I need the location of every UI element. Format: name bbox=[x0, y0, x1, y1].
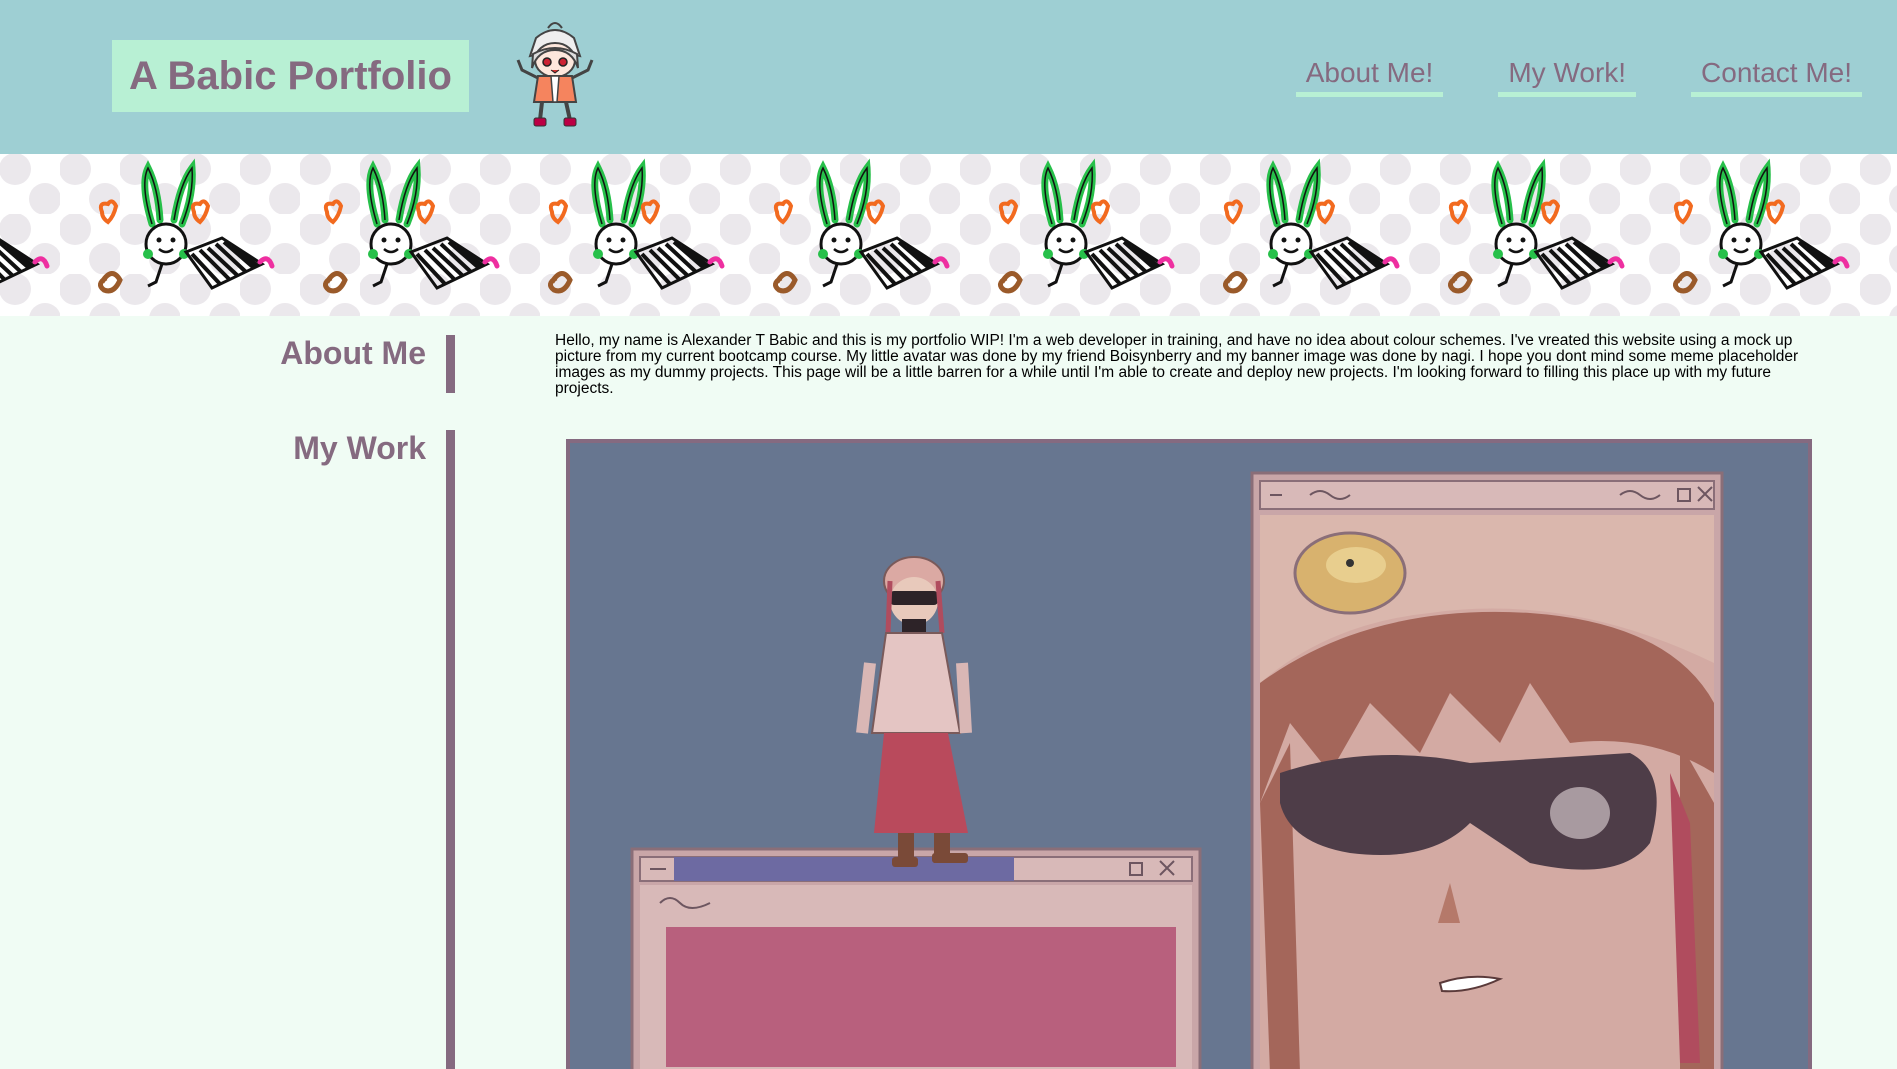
window-illustration-large bbox=[1250, 471, 1724, 1069]
window-illustration-small bbox=[630, 847, 1202, 1069]
site-title-box[interactable]: A Babic Portfolio bbox=[112, 40, 469, 112]
project-image[interactable] bbox=[566, 439, 1812, 1069]
chibi-avatar-icon bbox=[508, 20, 602, 132]
about-text: Hello, my name is Alexander T Babic and … bbox=[555, 332, 1799, 397]
site-title[interactable]: A Babic Portfolio bbox=[129, 54, 452, 99]
sidebar-item-about[interactable]: About Me bbox=[55, 335, 455, 393]
sidebar-item-work[interactable]: My Work bbox=[55, 430, 455, 1069]
sidebar: About Me My Work bbox=[0, 316, 460, 1069]
site-header: A Babic Portfolio About Me! My Work! Con… bbox=[0, 0, 1897, 154]
nav-contact-link[interactable]: Contact Me! bbox=[1691, 55, 1862, 97]
bunny-doodle-banner bbox=[0, 154, 1897, 316]
nav-work-link[interactable]: My Work! bbox=[1498, 55, 1637, 97]
main-nav: About Me! My Work! Contact Me! bbox=[1295, 55, 1862, 97]
sidebar-item-label[interactable]: My Work bbox=[293, 430, 426, 466]
sidebar-item-label[interactable]: About Me bbox=[280, 335, 426, 371]
nav-about-link[interactable]: About Me! bbox=[1295, 55, 1444, 97]
